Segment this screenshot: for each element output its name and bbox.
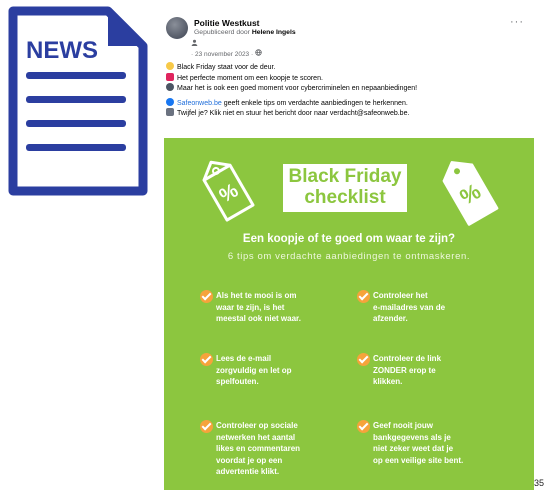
banner-headline: Een koopje of te goed om waar te zijn? [242,233,456,245]
post-date[interactable]: · 23 november 2023 · [191,51,253,58]
svg-text:%: % [216,179,243,207]
check-icon [200,420,213,433]
tip-text: Controleer het e-mailadres van de afzend… [373,291,446,323]
globe-icon [255,49,262,56]
page-name[interactable]: Politie Westkust [194,18,260,28]
check-icon [200,290,213,303]
post-meta: · 23 november 2023 · [191,39,262,59]
post-line-text: Het perfecte moment om een koopje te sco… [177,74,323,82]
post-line: Twijfel je? Klik niet en stuur het beric… [166,108,530,119]
post-line-text: Twijfel je? Klik niet en stuur het beric… [177,110,410,117]
check-icon [357,353,370,366]
post-text: Black Friday staat voor de deur. Het per… [166,62,530,119]
checklist-title-box: Black Friday checklist [283,164,407,212]
tip-text: Lees de e-mail zorgvuldig en let op spel… [216,354,292,386]
heart-emoji-icon [166,72,174,81]
published-by-prefix: Gepubliceerd door [194,29,250,36]
info-emoji-icon [166,97,174,106]
news-label: NEWS [26,37,98,64]
price-tag-icon-right: % [442,161,499,226]
price-tag-icon-left: % [202,160,255,222]
post-line: Maar het is ook een goed moment voor cyb… [166,83,530,94]
tip-text: Als het te mooi is om waar te zijn, is h… [216,291,301,323]
post-line-text: Maar het is ook een goed moment voor cyb… [177,85,418,92]
check-icon [357,290,370,303]
smile-emoji-icon [166,62,174,70]
post-line-text: Black Friday staat voor de deur. [177,64,276,71]
post-header: Politie Westkust Gepubliceerd door Helen… [162,12,534,64]
hacker-emoji-icon [166,83,174,91]
facebook-post: Politie Westkust Gepubliceerd door Helen… [162,12,534,490]
tip-text: Geef nooit jouw bankgegevens als je niet… [373,421,464,465]
post-line: Het perfecte moment om een koopje te sco… [166,72,530,84]
banner-title-line1: Black Friday [288,166,402,187]
published-by-name[interactable]: Helene Ingels [252,29,296,36]
banner-title-line2: checklist [304,187,386,208]
post-line: Black Friday staat voor de deur. [166,62,530,73]
safeonweb-link[interactable]: Safeonweb.be [177,100,222,107]
tip-text: Controleer de link ZONDER erop te klikke… [373,354,442,386]
page-number: 35 [534,478,545,488]
banner-subline: 6 tips om verdachte aanbiedingen te ontm… [227,251,471,262]
envelope-emoji-icon [166,108,174,116]
post-line-text: geeft enkele tips om verdachte aanbiedin… [221,99,408,107]
published-by: Gepubliceerd door Helene Ingels [194,29,296,36]
post-line: Safeonweb.be geeft enkele tips om verdac… [166,97,530,109]
page-avatar[interactable] [166,17,188,39]
tip-text: Controleer op sociale netwerken het aant… [216,421,301,476]
news-document-icon: NEWS [8,6,148,196]
check-icon [357,420,370,433]
check-icon [200,353,213,366]
more-options-button[interactable]: ··· [510,16,524,28]
black-friday-banner[interactable]: % % Black Friday checklist Een koopje of… [164,138,534,490]
user-icon [191,39,198,46]
